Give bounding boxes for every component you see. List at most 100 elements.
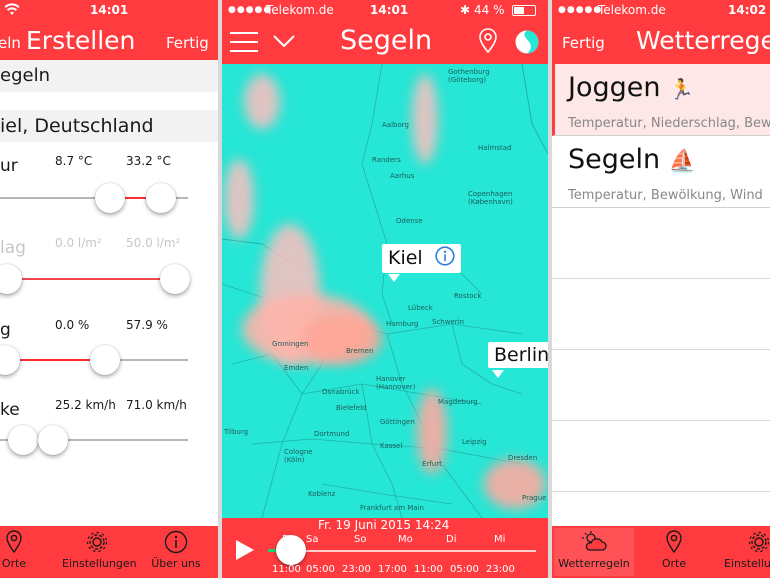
layer-toggle-icon[interactable] bbox=[514, 29, 540, 59]
time-label: 11:00 bbox=[272, 564, 301, 575]
location-field[interactable]: iel, Deutschland bbox=[0, 110, 218, 142]
tab-einstellungen[interactable]: Einstellungen bbox=[62, 530, 137, 570]
city-label: Lübeck bbox=[408, 304, 433, 312]
tab-label: Einstellungen bbox=[724, 557, 770, 570]
location-callout-kiel[interactable]: Kiel bbox=[382, 244, 461, 273]
rule-row-joggen[interactable]: Joggen 🏃 Temperatur, Niederschlag, Bew bbox=[552, 64, 770, 136]
timeline-handle[interactable] bbox=[276, 535, 306, 565]
rule-max-value: 57.9 % bbox=[126, 318, 168, 332]
slider-min-handle[interactable] bbox=[8, 425, 38, 455]
status-time: 14:01 bbox=[370, 3, 409, 17]
tab-wetterregeln[interactable]: Wetterregeln bbox=[554, 528, 634, 576]
tab-label: Wetterregeln bbox=[558, 557, 630, 570]
slider-max-handle[interactable] bbox=[38, 425, 68, 455]
rule-label: ke bbox=[0, 400, 20, 420]
slider-min-handle[interactable] bbox=[0, 264, 22, 294]
status-time: 14:01 bbox=[90, 3, 129, 17]
rain-area bbox=[224, 159, 254, 239]
weather-rules-screen: ●●●●● Telekom.de 14:02 Fertig Wetterrege… bbox=[552, 0, 770, 578]
battery-icon bbox=[512, 5, 536, 16]
day-label: Sa bbox=[306, 534, 319, 545]
time-label: 17:00 bbox=[378, 564, 407, 575]
tab-label: Orte bbox=[1, 557, 27, 570]
slider-range bbox=[8, 278, 176, 280]
city-label: Bremen bbox=[346, 347, 374, 355]
tab-orte[interactable]: Orte bbox=[0, 530, 46, 570]
rule-subtitle: Temperatur, Niederschlag, Bew bbox=[568, 116, 770, 131]
tab-bar: Orte Einstellungen Über uns bbox=[0, 526, 218, 578]
callout-label: Kiel bbox=[388, 247, 423, 269]
divider bbox=[552, 349, 770, 350]
city-label: Odense bbox=[396, 217, 423, 225]
city-label: Prague bbox=[522, 494, 547, 502]
gear-icon bbox=[86, 531, 108, 553]
map-screen: ●●●●● Telekom.de 14:01 ✱ 44 % Segeln Got… bbox=[222, 0, 548, 578]
done-button[interactable]: Fertig bbox=[166, 34, 209, 52]
tab-orte[interactable]: Orte bbox=[642, 530, 706, 570]
page-title: Erstellen bbox=[26, 26, 136, 55]
chevron-down-icon[interactable] bbox=[272, 33, 296, 53]
rule-title-text: Joggen bbox=[568, 72, 661, 103]
rain-area bbox=[244, 74, 280, 129]
location-callout-berlin[interactable]: Berlin bbox=[488, 342, 548, 368]
carrier-label: Telekom.de bbox=[266, 3, 334, 17]
nav-bar: eln Erstellen Fertig bbox=[0, 22, 218, 64]
divider bbox=[552, 491, 770, 492]
rain-area bbox=[302, 314, 382, 364]
location-pin-icon bbox=[666, 530, 682, 554]
create-rule-screen: 14:01 eln Erstellen Fertig egeln iel, De… bbox=[0, 0, 218, 578]
timeline-ticks: Fr Sa So Mo Di Mi bbox=[268, 534, 536, 558]
rule-subtitle: Temperatur, Bewölkung, Wind bbox=[568, 188, 763, 203]
time-label: 05:00 bbox=[450, 564, 479, 575]
slider-max-handle[interactable] bbox=[90, 345, 120, 375]
city-label: Emden bbox=[284, 364, 309, 372]
tab-ueber-uns[interactable]: Über uns bbox=[144, 530, 208, 570]
tab-bar: Wetterregeln Orte Einstellungen bbox=[552, 526, 770, 578]
slider-max-handle[interactable] bbox=[146, 183, 176, 213]
tab-label: Einstellungen bbox=[62, 557, 137, 570]
rule-max-value: 33.2 °C bbox=[126, 154, 171, 168]
tab-einstellungen[interactable]: Einstellungen bbox=[724, 530, 770, 570]
wifi-icon bbox=[4, 2, 20, 19]
time-label: 11:00 bbox=[414, 564, 443, 575]
nav-bar: Fertig Wetterregel bbox=[552, 22, 770, 64]
city-label: Rostock bbox=[454, 292, 482, 300]
done-button[interactable]: Fertig bbox=[562, 34, 605, 52]
divider bbox=[552, 278, 770, 279]
carrier-label: Telekom.de bbox=[598, 3, 666, 17]
tab-label: Über uns bbox=[151, 557, 201, 570]
hamburger-menu-icon[interactable] bbox=[230, 31, 258, 57]
city-label: Cologne (Köln) bbox=[284, 448, 313, 464]
city-label: Leipzig bbox=[462, 438, 487, 446]
city-label: Osnabrück bbox=[322, 388, 360, 396]
slider-min-handle[interactable] bbox=[0, 345, 20, 375]
back-button[interactable]: eln bbox=[0, 34, 21, 52]
location-pin-icon[interactable] bbox=[478, 28, 498, 58]
slider-max-handle[interactable] bbox=[160, 264, 190, 294]
rule-title-text: Segeln bbox=[568, 144, 661, 175]
page-title: Segeln bbox=[340, 25, 433, 56]
city-label: Tilburg bbox=[224, 428, 249, 436]
info-icon[interactable] bbox=[435, 246, 455, 271]
rain-area bbox=[412, 74, 438, 164]
city-label: Kassel bbox=[380, 442, 403, 450]
status-bar: 14:01 bbox=[0, 0, 218, 22]
runner-icon: 🏃 bbox=[669, 77, 694, 101]
rule-name-field[interactable]: egeln bbox=[0, 60, 218, 92]
page-title: Wetterregel bbox=[636, 26, 770, 55]
city-label: Hanover (Hannover) bbox=[376, 375, 416, 391]
city-label: Schwerin bbox=[432, 318, 465, 326]
callout-label: Berlin bbox=[494, 344, 548, 366]
rule-min-value: 25.2 km/h bbox=[55, 398, 116, 412]
nav-bar: Segeln bbox=[222, 22, 548, 64]
city-label: Randers bbox=[372, 156, 401, 164]
slider-min-handle[interactable] bbox=[95, 183, 125, 213]
weather-map[interactable]: Gothenburg (Göteborg) Aalborg Randers Aa… bbox=[222, 64, 548, 518]
play-icon[interactable] bbox=[234, 538, 256, 565]
city-label: Erfurt bbox=[422, 460, 442, 468]
rule-row-segeln[interactable]: Segeln ⛵ Temperatur, Bewölkung, Wind bbox=[552, 136, 770, 208]
divider bbox=[552, 420, 770, 421]
timeline-date: Fr. 19 Juni 2015 14:24 bbox=[318, 518, 450, 532]
city-label: Aarhus bbox=[390, 172, 415, 180]
status-time: 14:02 bbox=[728, 3, 767, 17]
